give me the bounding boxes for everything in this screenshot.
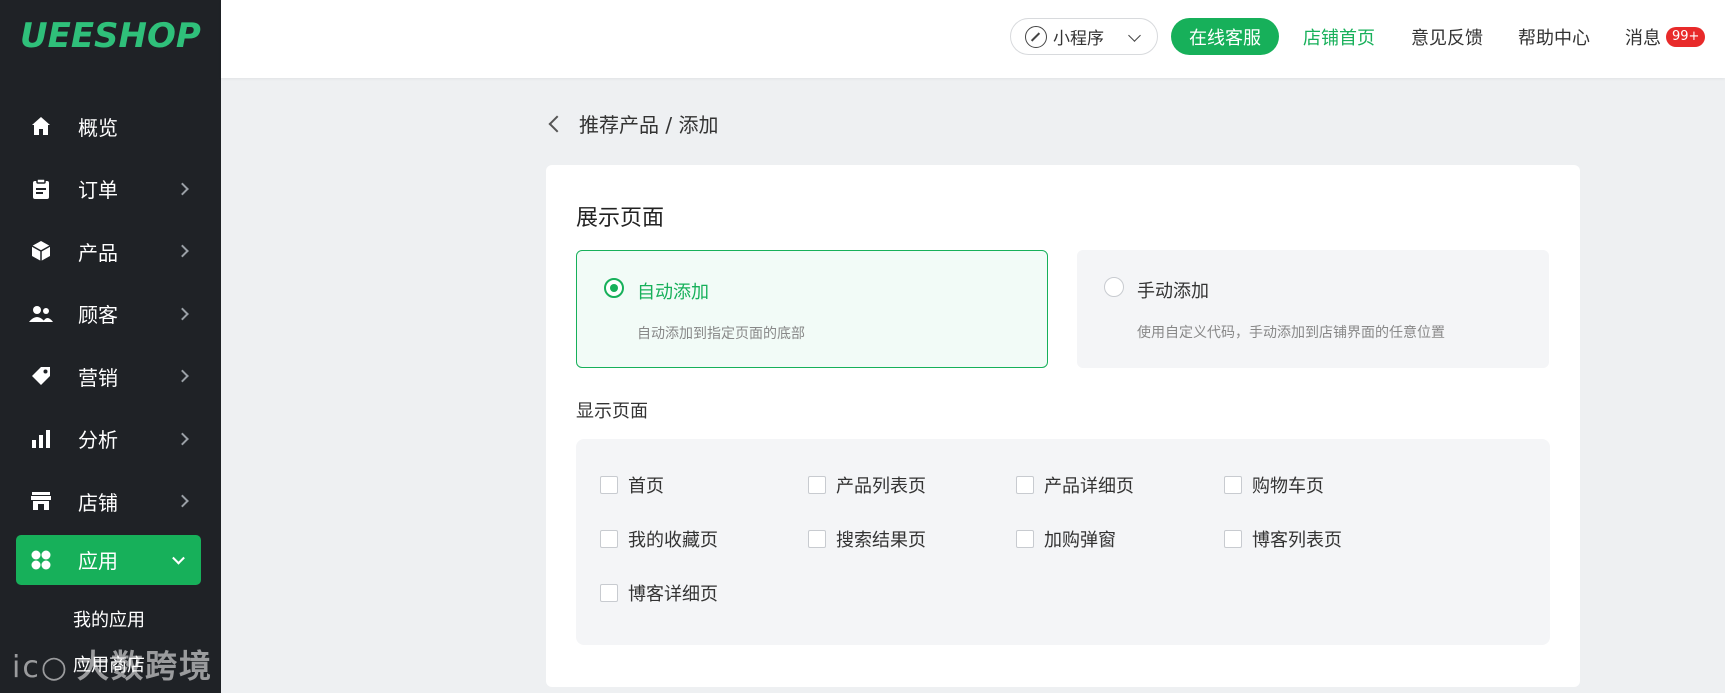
checkbox-home[interactable]: 首页	[600, 472, 664, 498]
checkbox[interactable]	[1016, 530, 1034, 548]
miniprogram-dropdown[interactable]: 小程序	[1010, 18, 1158, 55]
chevron-right-icon	[176, 494, 189, 508]
checkbox[interactable]	[600, 530, 618, 548]
checkbox[interactable]	[1016, 476, 1034, 494]
feedback-link[interactable]: 意见反馈	[1411, 24, 1483, 50]
sidebar-item-label: 概览	[78, 115, 118, 140]
option-desc: 自动添加到指定页面的底部	[637, 326, 805, 342]
sidebar-item-marketing[interactable]: 营销	[0, 345, 221, 408]
online-service-button[interactable]: 在线客服	[1171, 18, 1279, 55]
sidebar-item-label: 订单	[78, 178, 118, 203]
sidebar-item-customers[interactable]: 顾客	[0, 283, 221, 346]
checkbox-product-detail[interactable]: 产品详细页	[1016, 472, 1134, 498]
card-title: 展示页面	[576, 206, 665, 231]
store-home-link[interactable]: 店铺首页	[1303, 24, 1375, 50]
sidebar-item-apps[interactable]: 应用	[16, 534, 201, 585]
chevron-right-icon	[176, 182, 189, 196]
option-desc: 使用自定义代码，手动添加到店铺界面的任意位置	[1137, 325, 1445, 341]
chevron-right-icon	[176, 307, 189, 321]
chevron-down-icon	[1128, 29, 1141, 42]
watermark: ic○ 大数跨境	[12, 647, 214, 685]
option-manual-add[interactable]: 手动添加 使用自定义代码，手动添加到店铺界面的任意位置	[1077, 250, 1549, 368]
chevron-right-icon	[176, 369, 189, 383]
messages-link[interactable]: 消息	[1625, 24, 1661, 50]
help-center-link[interactable]: 帮助中心	[1518, 24, 1590, 50]
breadcrumb: 推荐产品 / 添加	[547, 109, 718, 138]
chevron-right-icon	[176, 244, 189, 258]
sidebar-item-products[interactable]: 产品	[0, 220, 221, 283]
sidebar: UEESHOP 概览 订单 产品 顾客 营销 分析 店铺 应用 我的应用 应用商…	[0, 0, 221, 693]
sidebar-item-label: 分析	[78, 428, 118, 453]
display-page-card: 展示页面 自动添加 自动添加到指定页面的底部 手动添加 使用自定义代码，手动添加…	[546, 165, 1580, 687]
top-header: 小程序 在线客服 店铺首页 意见反馈 帮助中心 消息 99+	[221, 0, 1725, 78]
checkbox-product-list[interactable]: 产品列表页	[808, 472, 926, 498]
breadcrumb-text: 推荐产品 / 添加	[579, 113, 719, 137]
users-icon	[28, 301, 54, 327]
checkbox[interactable]	[808, 530, 826, 548]
checkbox[interactable]	[808, 476, 826, 494]
pages-section-label: 显示页面	[576, 401, 648, 422]
tag-icon	[28, 363, 54, 389]
option-label: 手动添加	[1137, 281, 1209, 302]
chevron-down-icon	[172, 551, 185, 565]
link-icon	[1025, 25, 1047, 48]
checkbox-blog-detail[interactable]: 博客详细页	[600, 580, 718, 606]
sidebar-item-analytics[interactable]: 分析	[0, 408, 221, 471]
chevron-right-icon	[176, 432, 189, 446]
checkbox-search-results[interactable]: 搜索结果页	[808, 526, 926, 552]
sidebar-item-label: 应用	[78, 549, 118, 573]
logo[interactable]: UEESHOP	[20, 16, 201, 56]
sidebar-item-label: 产品	[78, 240, 118, 265]
pages-checkbox-group: 首页 产品列表页 产品详细页 购物车页 我的收藏页 搜索结果页 加购弹窗 博客列…	[576, 439, 1550, 645]
sidebar-item-store[interactable]: 店铺	[0, 470, 221, 533]
sidebar-item-orders[interactable]: 订单	[0, 158, 221, 221]
sidebar-nav: 概览 订单 产品 顾客 营销 分析 店铺 应用 我的应用 应用商店	[0, 95, 221, 687]
radio-auto-add[interactable]	[604, 278, 624, 298]
option-auto-add[interactable]: 自动添加 自动添加到指定页面的底部	[576, 250, 1048, 368]
sidebar-item-label: 顾客	[78, 303, 118, 328]
bar-chart-icon	[28, 426, 54, 452]
checkbox-favorites[interactable]: 我的收藏页	[600, 526, 718, 552]
option-label: 自动添加	[637, 282, 709, 303]
checkbox[interactable]	[600, 476, 618, 494]
sidebar-item-label: 营销	[78, 365, 118, 390]
checkbox[interactable]	[1224, 530, 1242, 548]
checkbox-blog-list[interactable]: 博客列表页	[1224, 526, 1342, 552]
watermark-logo-icon: ic○	[12, 650, 70, 685]
messages-badge: 99+	[1666, 27, 1706, 47]
miniprogram-label: 小程序	[1053, 29, 1104, 49]
back-arrow-icon[interactable]	[548, 115, 566, 132]
store-icon	[28, 488, 54, 514]
checkbox-add-to-cart-popup[interactable]: 加购弹窗	[1016, 526, 1116, 552]
clipboard-icon	[28, 176, 54, 202]
sidebar-item-label: 店铺	[78, 490, 118, 515]
box-icon	[28, 238, 54, 264]
checkbox[interactable]	[600, 584, 618, 602]
radio-manual-add[interactable]	[1104, 277, 1124, 297]
checkbox[interactable]	[1224, 476, 1242, 494]
sidebar-subitem-my-apps[interactable]: 我的应用	[0, 597, 221, 642]
checkbox-cart[interactable]: 购物车页	[1224, 472, 1324, 498]
sidebar-item-overview[interactable]: 概览	[0, 95, 221, 158]
home-icon	[28, 113, 54, 139]
apps-grid-icon	[28, 547, 54, 573]
